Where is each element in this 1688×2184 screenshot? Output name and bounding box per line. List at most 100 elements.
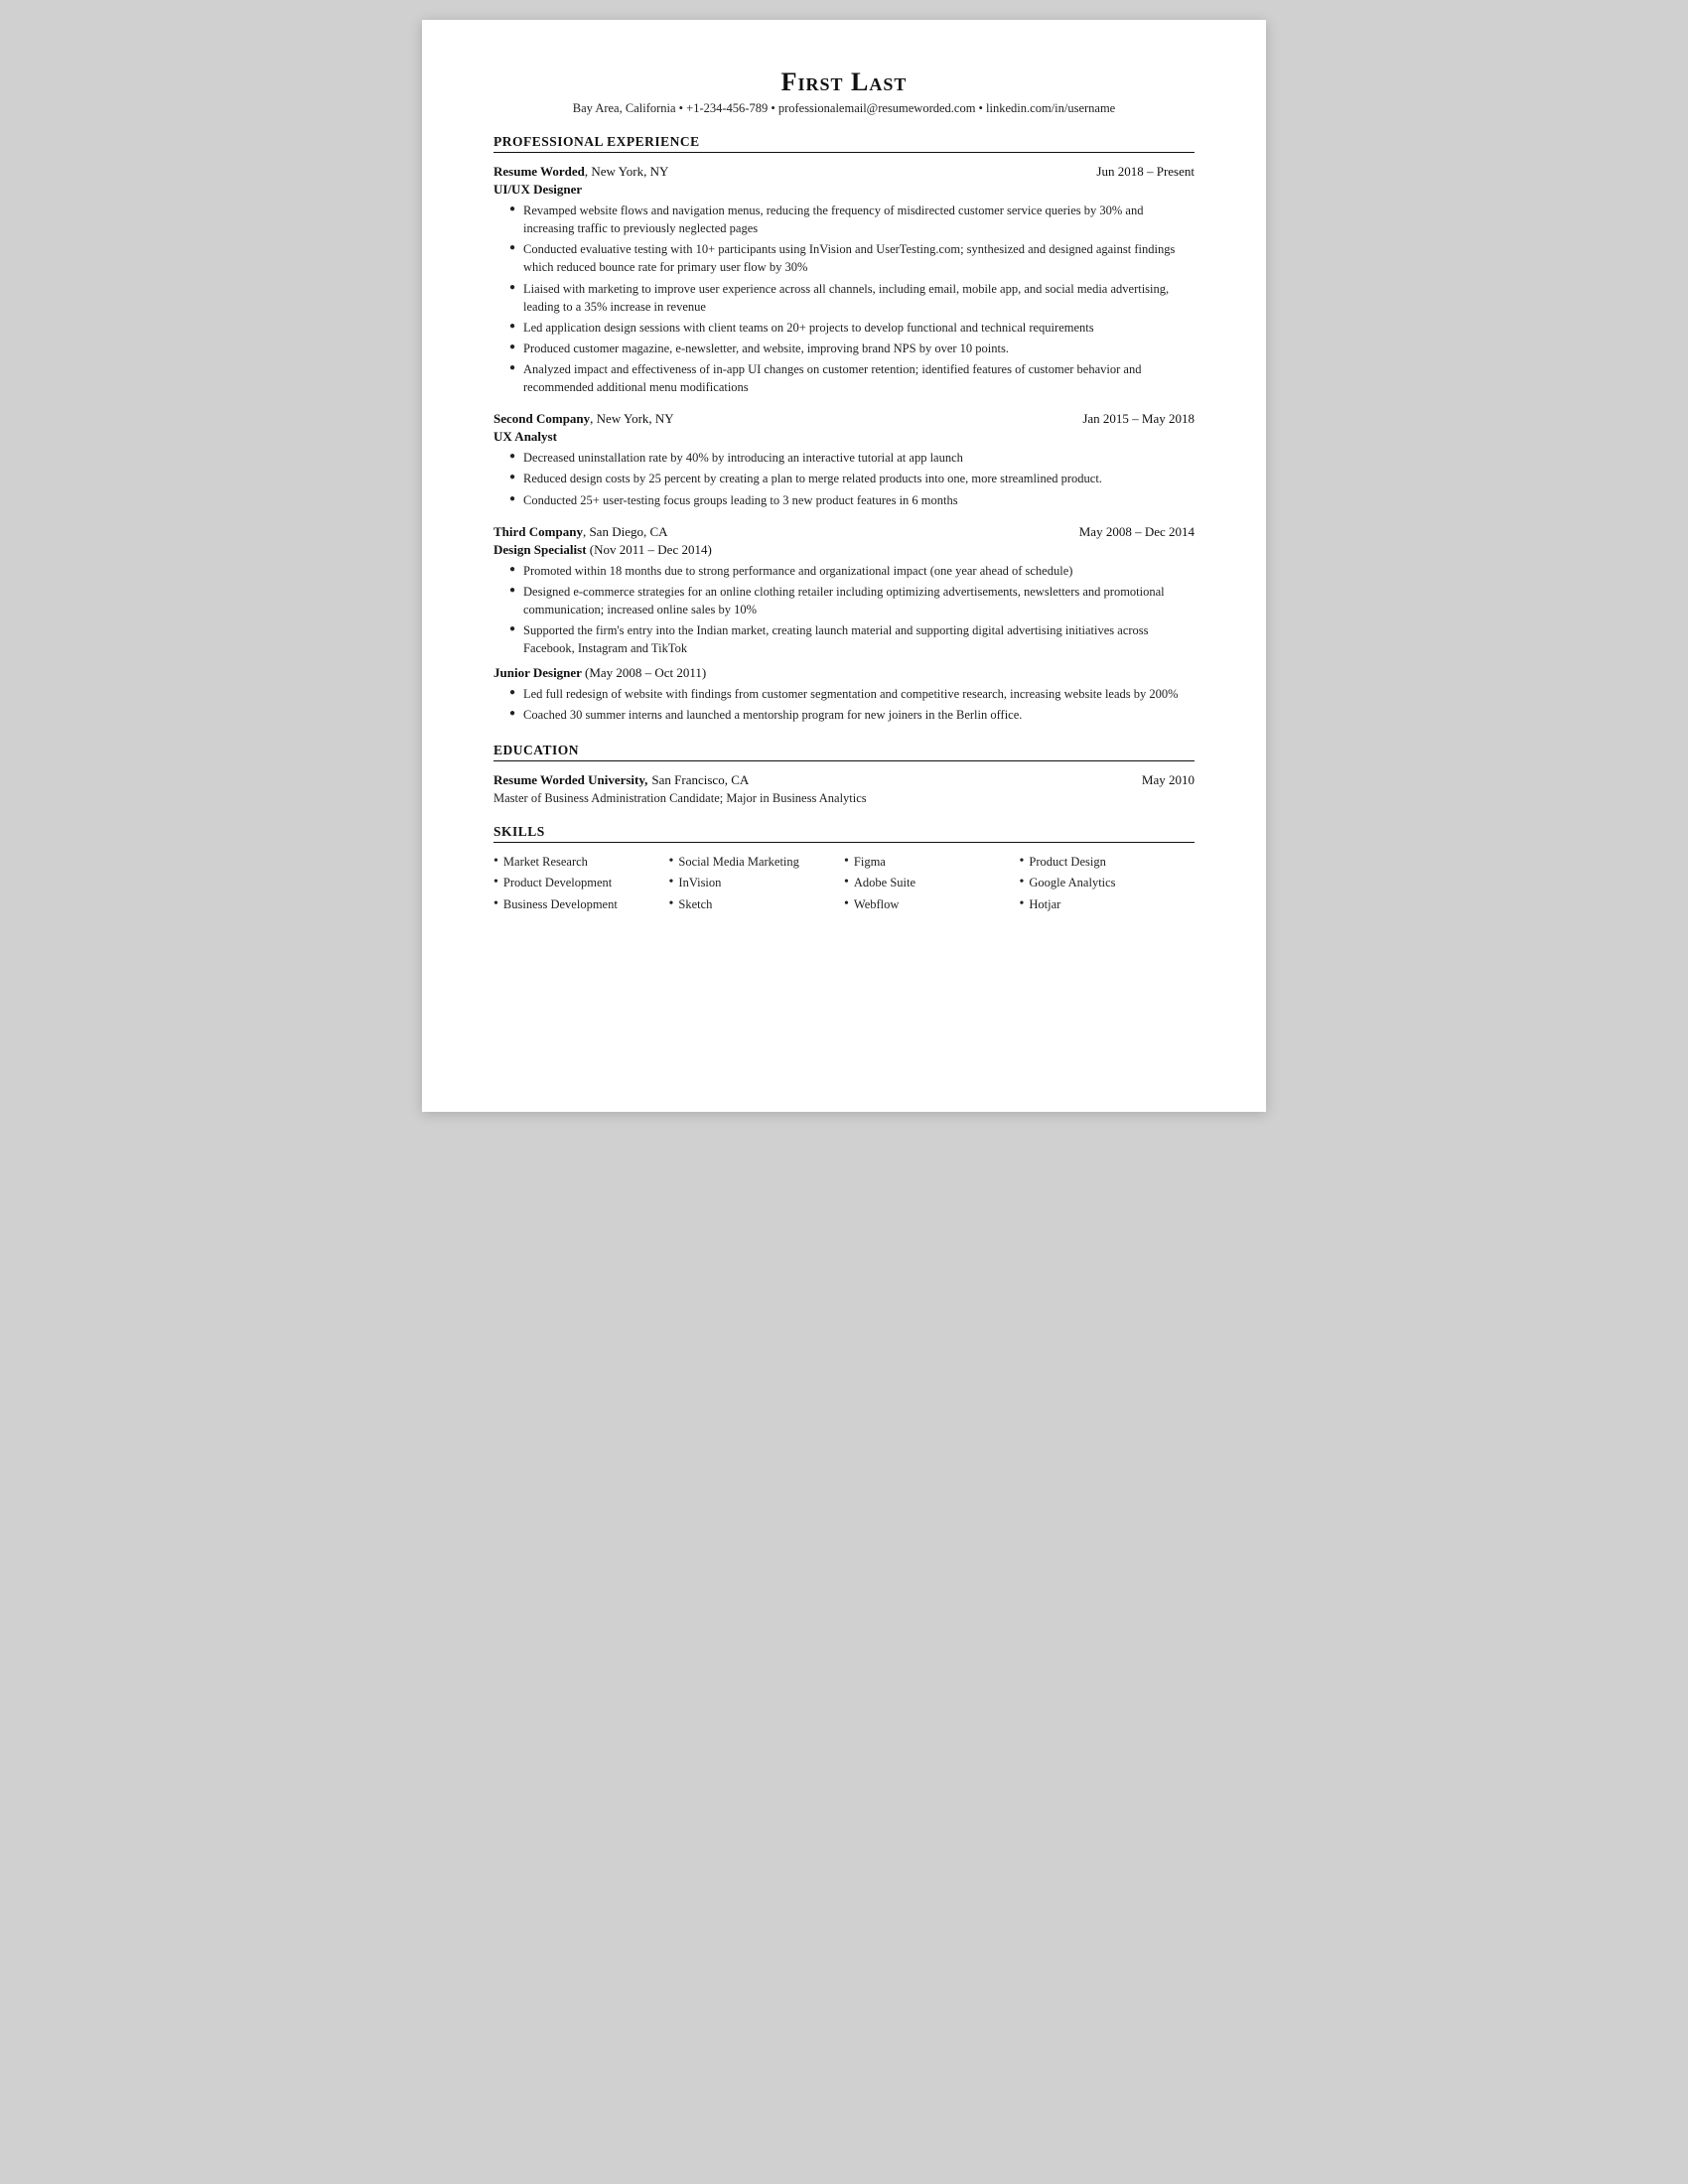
- education-section-title: Education: [493, 743, 1195, 761]
- bullet-3-3: Supported the firm's entry into the Indi…: [509, 621, 1195, 657]
- bullet-1-1: Revamped website flows and navigation me…: [509, 202, 1195, 237]
- job-title-3-text: Design Specialist: [493, 542, 587, 557]
- bullet-2-3: Conducted 25+ user-testing focus groups …: [509, 491, 1195, 509]
- job-title-2: UX Analyst: [493, 429, 1195, 445]
- skill-label-1-3: Business Development: [503, 895, 618, 914]
- bullet-1-5: Produced customer magazine, e-newsletter…: [509, 340, 1195, 357]
- edu-school-1: Resume Worded University,: [493, 772, 647, 787]
- skill-item-3-3: • Webflow: [844, 895, 1020, 914]
- edu-date-1: May 2010: [1142, 772, 1195, 788]
- skill-bullet-3-1: •: [844, 853, 849, 871]
- skill-bullet-2-1: •: [669, 853, 674, 871]
- job-header-1: Resume Worded, New York, NY Jun 2018 – P…: [493, 163, 1195, 181]
- skill-item-2-3: • Sketch: [669, 895, 845, 914]
- skill-label-2-2: InVision: [678, 874, 721, 892]
- job-header-3: Third Company, San Diego, CA May 2008 – …: [493, 523, 1195, 541]
- skill-label-1-2: Product Development: [503, 874, 612, 892]
- skills-grid: • Market Research • Product Development …: [493, 853, 1195, 914]
- job-header-2: Second Company, New York, NY Jan 2015 – …: [493, 410, 1195, 428]
- skills-col-4: • Product Design • Google Analytics • Ho…: [1020, 853, 1196, 914]
- job-entry-3: Third Company, San Diego, CA May 2008 – …: [493, 523, 1195, 725]
- job-bullets-1: Revamped website flows and navigation me…: [493, 202, 1195, 396]
- bullet-3-1: Promoted within 18 months due to strong …: [509, 562, 1195, 580]
- job-dates-2: Jan 2015 – May 2018: [1082, 411, 1195, 427]
- skill-bullet-3-3: •: [844, 895, 849, 913]
- skill-item-1-3: • Business Development: [493, 895, 669, 914]
- job-title-3: Design Specialist (Nov 2011 – Dec 2014): [493, 542, 1195, 558]
- job-company-location-3: Third Company, San Diego, CA: [493, 523, 668, 541]
- bullet-1-6: Analyzed impact and effectiveness of in-…: [509, 360, 1195, 396]
- skill-item-3-2: • Adobe Suite: [844, 874, 1020, 892]
- skills-col-2: • Social Media Marketing • InVision • Sk…: [669, 853, 845, 914]
- skill-item-4-1: • Product Design: [1020, 853, 1196, 872]
- resume-header: First Last Bay Area, California • +1-234…: [493, 68, 1195, 116]
- skill-label-3-3: Webflow: [854, 895, 900, 914]
- resume-page: First Last Bay Area, California • +1-234…: [422, 20, 1266, 1112]
- skill-label-1-1: Market Research: [503, 853, 588, 872]
- job-subtitle-3: Junior Designer (May 2008 – Oct 2011): [493, 665, 1195, 681]
- skill-item-3-1: • Figma: [844, 853, 1020, 872]
- bullet-1-3: Liaised with marketing to improve user e…: [509, 280, 1195, 316]
- job-company-3: Third Company: [493, 524, 583, 539]
- skills-col-1: • Market Research • Product Development …: [493, 853, 669, 914]
- skill-bullet-4-1: •: [1020, 853, 1025, 871]
- job-entry-1: Resume Worded, New York, NY Jun 2018 – P…: [493, 163, 1195, 396]
- edu-degree-1: Master of Business Administration Candid…: [493, 791, 1195, 806]
- skill-bullet-1-2: •: [493, 874, 498, 891]
- experience-section-title: Professional Experience: [493, 134, 1195, 153]
- skill-label-2-3: Sketch: [678, 895, 712, 914]
- bullet-1-2: Conducted evaluative testing with 10+ pa…: [509, 240, 1195, 276]
- skill-bullet-3-2: •: [844, 874, 849, 891]
- skill-item-1-1: • Market Research: [493, 853, 669, 872]
- edu-location-1-text: San Francisco, CA: [651, 772, 749, 787]
- skill-bullet-2-3: •: [669, 895, 674, 913]
- skill-bullet-2-2: •: [669, 874, 674, 891]
- job-bullets-2: Decreased uninstallation rate by 40% by …: [493, 449, 1195, 508]
- skills-col-3: • Figma • Adobe Suite • Webflow: [844, 853, 1020, 914]
- job-location-2: , New York, NY: [590, 411, 674, 426]
- job-title-3-date: (Nov 2011 – Dec 2014): [590, 542, 712, 557]
- job-bullets-3: Promoted within 18 months due to strong …: [493, 562, 1195, 658]
- skill-label-3-2: Adobe Suite: [854, 874, 915, 892]
- skill-bullet-1-3: •: [493, 895, 498, 913]
- edu-header-1: Resume Worded University, San Francisco,…: [493, 771, 1195, 789]
- skill-bullet-4-2: •: [1020, 874, 1025, 891]
- sub-bullet-3-1: Led full redesign of website with findin…: [509, 685, 1195, 703]
- skill-item-2-2: • InVision: [669, 874, 845, 892]
- job-sub-bullets-3: Led full redesign of website with findin…: [493, 685, 1195, 724]
- bullet-2-2: Reduced design costs by 25 percent by cr…: [509, 470, 1195, 487]
- skill-item-4-2: • Google Analytics: [1020, 874, 1196, 892]
- job-company-location-1: Resume Worded, New York, NY: [493, 163, 668, 181]
- job-dates-1: Jun 2018 – Present: [1096, 164, 1195, 180]
- job-company-location-2: Second Company, New York, NY: [493, 410, 674, 428]
- experience-section: Professional Experience Resume Worded, N…: [493, 134, 1195, 725]
- skill-item-2-1: • Social Media Marketing: [669, 853, 845, 872]
- skill-item-1-2: • Product Development: [493, 874, 669, 892]
- skill-bullet-1-1: •: [493, 853, 498, 871]
- education-section: Education Resume Worded University, San …: [493, 743, 1195, 806]
- skill-label-3-1: Figma: [854, 853, 886, 872]
- skill-label-4-2: Google Analytics: [1029, 874, 1115, 892]
- skill-label-4-1: Product Design: [1029, 853, 1105, 872]
- job-company-1: Resume Worded: [493, 164, 585, 179]
- skill-label-2-1: Social Media Marketing: [678, 853, 799, 872]
- skills-section: Skills • Market Research • Product Devel…: [493, 824, 1195, 914]
- job-location-1: , New York, NY: [585, 164, 669, 179]
- bullet-1-4: Led application design sessions with cli…: [509, 319, 1195, 337]
- candidate-name: First Last: [493, 68, 1195, 97]
- job-company-2: Second Company: [493, 411, 590, 426]
- sub-bullet-3-2: Coached 30 summer interns and launched a…: [509, 706, 1195, 724]
- edu-school-location-1: Resume Worded University, San Francisco,…: [493, 771, 749, 789]
- skills-section-title: Skills: [493, 824, 1195, 843]
- job-dates-3: May 2008 – Dec 2014: [1079, 524, 1195, 540]
- job-title-1: UI/UX Designer: [493, 182, 1195, 198]
- job-entry-2: Second Company, New York, NY Jan 2015 – …: [493, 410, 1195, 508]
- job-subtitle-3-date: (May 2008 – Oct 2011): [585, 665, 706, 680]
- job-subtitle-3-text: Junior Designer: [493, 665, 582, 680]
- skill-item-4-3: • Hotjar: [1020, 895, 1196, 914]
- skill-label-4-3: Hotjar: [1029, 895, 1060, 914]
- job-location-3: , San Diego, CA: [583, 524, 668, 539]
- bullet-3-2: Designed e-commerce strategies for an on…: [509, 583, 1195, 618]
- bullet-2-1: Decreased uninstallation rate by 40% by …: [509, 449, 1195, 467]
- skill-bullet-4-3: •: [1020, 895, 1025, 913]
